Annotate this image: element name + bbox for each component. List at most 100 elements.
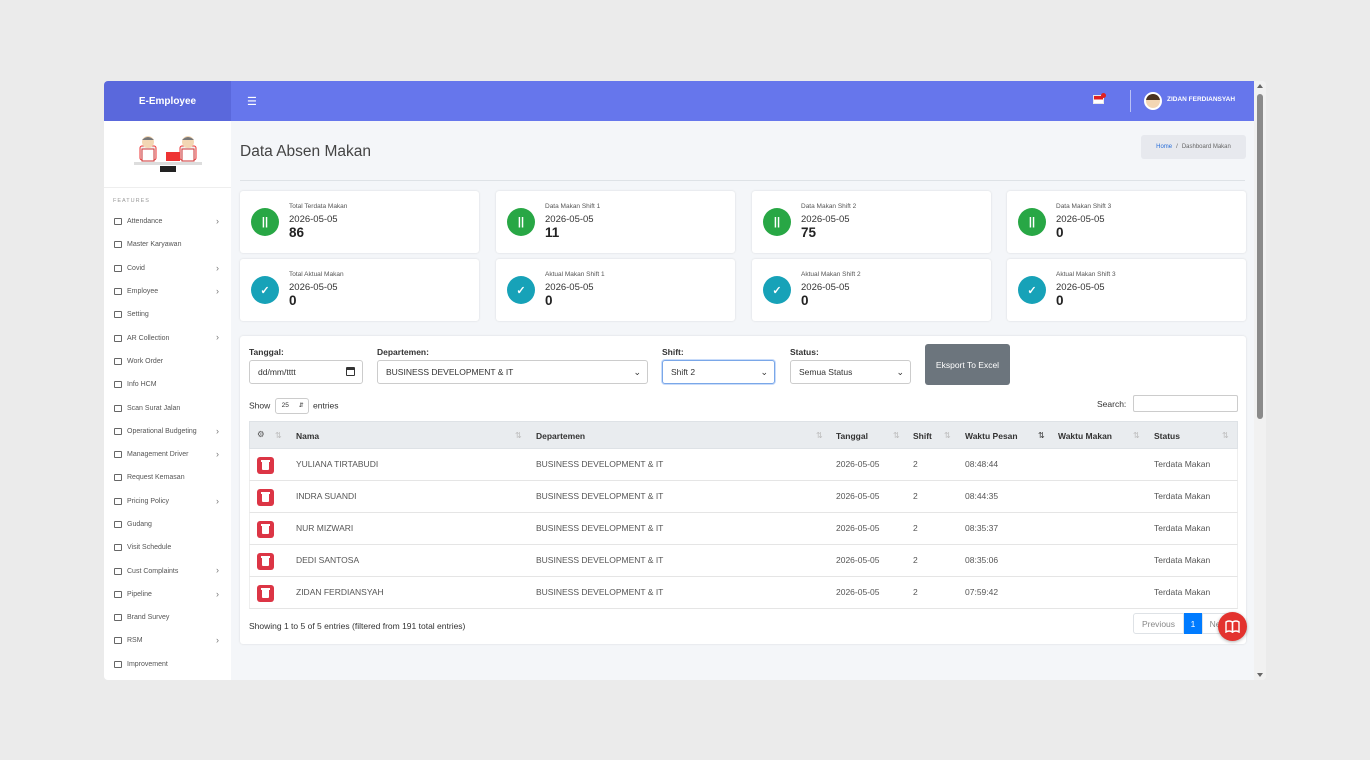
entries-label: entries: [313, 400, 339, 411]
table-info: Showing 1 to 5 of 5 entries (filtered fr…: [249, 621, 466, 631]
sort-icon[interactable]: ⇅: [816, 431, 823, 440]
scroll-down-icon[interactable]: [1257, 673, 1263, 677]
sort-icon[interactable]: ⇅: [944, 431, 951, 440]
column-departemen[interactable]: Departemen: [536, 431, 585, 441]
cell-departemen: BUSINESS DEVELOPMENT & IT: [536, 523, 664, 533]
sidebar-item-label: Pipeline: [127, 590, 152, 598]
sidebar-item-covid[interactable]: Covid ›: [104, 257, 231, 280]
stat-card-date: 2026-05-05: [289, 282, 338, 293]
sidebar-item-label: Covid: [127, 264, 145, 272]
sort-icon[interactable]: ⇅: [275, 431, 282, 440]
vertical-scrollbar[interactable]: [1254, 81, 1266, 680]
brand-logo[interactable]: E-Employee: [104, 81, 231, 121]
column-tanggal[interactable]: Tanggal: [836, 431, 868, 441]
stat-card-date: 2026-05-05: [1056, 282, 1105, 293]
sidebar-item-label: Management Driver: [127, 451, 189, 459]
delete-button[interactable]: [257, 457, 274, 474]
stat-card: ✓ Aktual Makan Shift 3 2026-05-05 0: [1007, 259, 1246, 321]
cell-nama: YULIANA TIRTABUDI: [296, 459, 379, 469]
pagination: Previous 1 Ne: [1133, 613, 1228, 634]
table-row: NUR MIZWARI BUSINESS DEVELOPMENT & IT 2026…: [249, 513, 1238, 545]
data-table: ⚙ ⇅ Nama ⇅ Departemen ⇅ Tanggal ⇅ Shift …: [249, 421, 1238, 609]
search-label: Search:: [1097, 399, 1127, 409]
delete-button[interactable]: [257, 489, 274, 506]
sidebar-item-label: Scan Surat Jalan: [127, 404, 181, 412]
sidebar-item-rsm[interactable]: RSM ›: [104, 629, 231, 652]
sidebar-item-info-hcm[interactable]: Info HCM: [104, 373, 231, 396]
help-book-button[interactable]: [1218, 612, 1247, 641]
calendar-icon: [114, 334, 122, 342]
sidebar-item-cust-complaints[interactable]: Cust Complaints ›: [104, 559, 231, 582]
tanggal-label: Tanggal:: [249, 347, 284, 357]
sort-icon[interactable]: ⇅: [515, 431, 522, 440]
sidebar-item-label: Improvement: [127, 660, 168, 668]
column-waktu-pesan[interactable]: Waktu Pesan: [965, 431, 1018, 441]
table-header: ⚙ ⇅ Nama ⇅ Departemen ⇅ Tanggal ⇅ Shift …: [249, 421, 1238, 449]
sidebar-item-improvement[interactable]: Improvement: [104, 653, 231, 676]
sidebar-item-label: Visit Schedule: [127, 544, 172, 552]
breadcrumb-home[interactable]: Home: [1156, 144, 1172, 150]
sidebar-item-setting[interactable]: Setting: [104, 303, 231, 326]
cell-departemen: BUSINESS DEVELOPMENT & IT: [536, 587, 664, 597]
sidebar-item-operational-budgeting[interactable]: Operational Budgeting ›: [104, 420, 231, 443]
sidebar-item-pipeline[interactable]: Pipeline ›: [104, 583, 231, 606]
cell-departemen: BUSINESS DEVELOPMENT & IT: [536, 491, 664, 501]
search-input[interactable]: [1133, 395, 1238, 412]
scroll-thumb[interactable]: [1257, 94, 1263, 419]
chevron-down-icon: ⌄: [633, 367, 641, 377]
status-select[interactable]: Semua Status ⌄: [790, 360, 911, 384]
sidebar-item-pricing-policy[interactable]: Pricing Policy ›: [104, 490, 231, 513]
sidebar-item-master-karyawan[interactable]: Master Karyawan: [104, 233, 231, 256]
sidebar-item-brand-survey[interactable]: Brand Survey: [104, 606, 231, 629]
tanggal-date-input[interactable]: dd/mm/tttt: [249, 360, 363, 384]
sidebar-item-label: Cust Complaints: [127, 567, 179, 575]
column-status[interactable]: Status: [1154, 431, 1180, 441]
sidebar-item-visit-schedule[interactable]: Visit Schedule: [104, 536, 231, 559]
show-label: Show: [249, 400, 271, 411]
sort-icon[interactable]: ⇅: [893, 431, 900, 440]
gear-icon[interactable]: ⚙: [257, 429, 265, 440]
cell-shift: 2: [913, 459, 918, 469]
sidebar-item-scan-surat-jalan[interactable]: Scan Surat Jalan: [104, 396, 231, 419]
sort-icon[interactable]: ⇅: [1222, 431, 1229, 440]
chevron-right-icon: ›: [216, 448, 219, 459]
calendar-icon[interactable]: [346, 367, 355, 376]
column-waktu-makan[interactable]: Waktu Makan: [1058, 431, 1112, 441]
status-label: Status:: [790, 347, 819, 357]
sidebar: FEATURES Attendance › Master Karyawan Covid…: [104, 121, 231, 680]
sort-icon[interactable]: ⇅: [1133, 431, 1140, 440]
sidebar-item-ar-collection[interactable]: AR Collection ›: [104, 326, 231, 349]
sidebar-item-gudang[interactable]: Gudang: [104, 513, 231, 536]
export-excel-button[interactable]: Eksport To Excel: [925, 344, 1010, 385]
sidebar-item-work-order[interactable]: Work Order: [104, 350, 231, 373]
departemen-select[interactable]: BUSINESS DEVELOPMENT & IT ⌄: [377, 360, 648, 384]
page-1-button[interactable]: 1: [1184, 613, 1202, 634]
avatar[interactable]: [1144, 92, 1162, 110]
breadcrumb-separator: /: [1176, 144, 1178, 150]
sidebar-nav: Attendance › Master Karyawan Covid › Employee…: [104, 210, 231, 676]
flag-icon[interactable]: [1093, 93, 1106, 104]
user-name[interactable]: ZIDAN FERDIANSYAH: [1167, 96, 1235, 103]
delete-button[interactable]: [257, 521, 274, 538]
sidebar-item-management-driver[interactable]: Management Driver ›: [104, 443, 231, 466]
check-circle-icon: ✓: [1018, 276, 1046, 304]
page-size-select[interactable]: 25 ⇵: [274, 398, 309, 414]
delete-button[interactable]: [257, 553, 274, 570]
sort-desc-icon[interactable]: ⇅: [1038, 431, 1045, 440]
previous-page-button[interactable]: Previous: [1133, 613, 1184, 634]
delete-button[interactable]: [257, 585, 274, 602]
stat-card: ✓ Aktual Makan Shift 1 2026-05-05 0: [496, 259, 735, 321]
column-shift[interactable]: Shift: [913, 431, 932, 441]
sidebar-item-attendance[interactable]: Attendance ›: [104, 210, 231, 233]
menu-icon[interactable]: ☰: [247, 95, 257, 108]
sidebar-item-request-kemasan[interactable]: Request Kemasan: [104, 466, 231, 489]
chevron-right-icon: ›: [216, 588, 219, 599]
sidebar-item-label: Work Order: [127, 357, 164, 365]
stat-card: || Data Makan Shift 2 2026-05-05 75: [752, 191, 991, 253]
sidebar-item-employee[interactable]: Employee ›: [104, 280, 231, 303]
column-nama[interactable]: Nama: [296, 431, 319, 441]
scroll-up-icon[interactable]: [1257, 84, 1263, 88]
stat-card-label: Data Makan Shift 1: [545, 203, 601, 210]
shift-select[interactable]: Shift 2 ⌄: [662, 360, 775, 384]
stat-card-value: 0: [545, 293, 553, 308]
